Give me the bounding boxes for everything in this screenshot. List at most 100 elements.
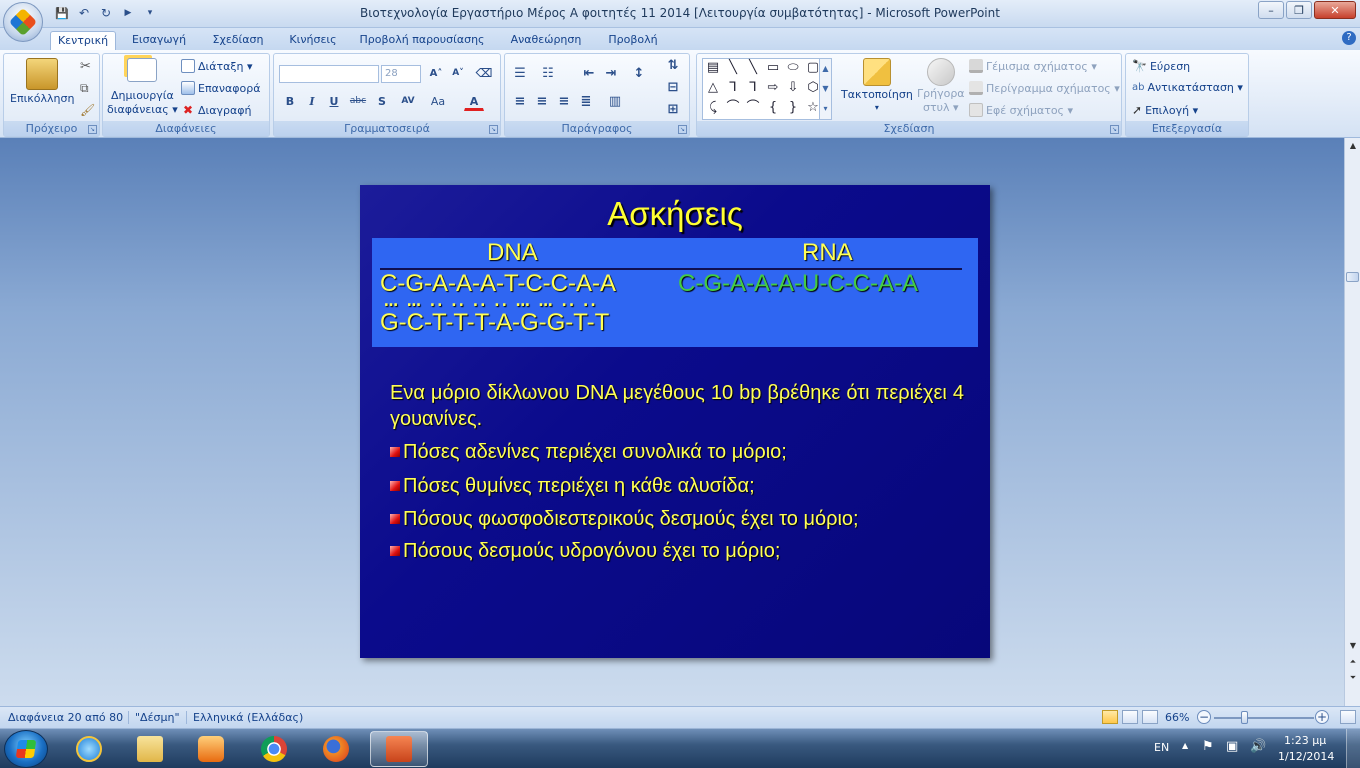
drawing-launcher-icon[interactable]: ↘	[1110, 125, 1119, 134]
quick-styles-button[interactable]: Γρήγορα στυλ ▾	[917, 58, 965, 114]
oval-shape-icon[interactable]: ⬭	[785, 60, 801, 76]
shapes-gallery[interactable]: ▤ ╲ ╲ ▭ ⬭ ▢ △ ⅂ ⅂ ⇨ ⇩ ⬡ ⤹ ⌒ ⌒ { } ☆ ▲ ▼ ▾	[702, 58, 832, 120]
triangle-shape-icon[interactable]: △	[705, 80, 721, 96]
format-painter-icon[interactable]: 🖌	[80, 103, 95, 117]
cut-icon[interactable]: ✂	[80, 59, 91, 74]
align-center-icon[interactable]: ≡	[532, 92, 552, 111]
elbow-arrow-icon[interactable]: ⅂	[745, 80, 761, 96]
question-item[interactable]: Πόσες θυμίνες περιέχει η κάθε αλυσίδα;	[390, 475, 755, 498]
down-arrow-shape-icon[interactable]: ⇩	[785, 80, 801, 96]
shrink-font-button[interactable]: A˅	[448, 64, 468, 83]
tray-expand-icon[interactable]: ▲	[1182, 741, 1188, 750]
bullets-icon[interactable]: ☰	[510, 64, 530, 83]
fit-to-window-icon[interactable]	[1340, 710, 1356, 724]
new-slide-button[interactable]: Δημιουργία διαφάνειας ▾	[107, 58, 178, 116]
zoom-slider-track[interactable]	[1214, 717, 1314, 719]
zoom-out-button[interactable]: −	[1197, 710, 1211, 724]
volume-icon[interactable]: 🔊	[1250, 739, 1266, 754]
tab-design[interactable]: Σχεδίαση	[204, 31, 272, 50]
tab-insert[interactable]: Εισαγωγή	[124, 31, 194, 50]
exercise-intro[interactable]: Ενα μόριο δίκλωνου DNA μεγέθους 10 bp βρ…	[390, 380, 964, 432]
text-direction-icon[interactable]: ⇅	[663, 56, 683, 75]
scroll-up-icon[interactable]: ▲	[1347, 140, 1359, 152]
font-size-combo[interactable]: 28	[381, 65, 421, 83]
taskbar-explorer[interactable]	[121, 731, 179, 767]
left-brace-shape-icon[interactable]: {	[765, 100, 781, 116]
strikethrough-button[interactable]: abc	[348, 92, 368, 111]
tab-slideshow[interactable]: Προβολή παρουσίασης	[352, 31, 492, 50]
taskbar-chrome[interactable]	[245, 731, 303, 767]
close-button[interactable]: ✕	[1314, 1, 1356, 19]
layout-button[interactable]: Διάταξη ▾	[181, 59, 253, 73]
slide-sorter-icon[interactable]	[1122, 710, 1138, 724]
numbering-icon[interactable]: ☷	[538, 64, 558, 83]
action-center-icon[interactable]: ⚑	[1202, 739, 1214, 754]
taskbar-ie[interactable]	[60, 731, 118, 767]
zoom-in-button[interactable]: +	[1315, 710, 1329, 724]
reset-button[interactable]: Επαναφορά	[181, 81, 260, 95]
align-text-icon[interactable]: ⊟	[663, 78, 683, 97]
justify-icon[interactable]: ≣	[576, 92, 596, 111]
office-button[interactable]	[3, 2, 43, 42]
italic-button[interactable]: I	[302, 92, 322, 111]
replace-button[interactable]: ab Αντικατάσταση ▾	[1132, 81, 1243, 94]
curve-shape-icon[interactable]: ⤹	[705, 100, 721, 116]
taskbar-powerpoint[interactable]	[370, 731, 428, 767]
font-name-combo[interactable]	[279, 65, 379, 83]
shape-effects-button[interactable]: Εφέ σχήματος ▾	[969, 103, 1073, 117]
arc-shape-icon[interactable]: ⌒	[725, 100, 741, 116]
zoom-slider-knob[interactable]	[1241, 711, 1248, 724]
start-button[interactable]	[4, 730, 48, 768]
slide-canvas[interactable]: Ασκήσεις DNA RNA C-G-A-A-A-T-C-C-A-A C-G…	[360, 185, 990, 658]
right-brace-shape-icon[interactable]: }	[785, 100, 801, 116]
delete-slide-button[interactable]: ✖ Διαγραφή	[181, 103, 252, 117]
freeform-shape-icon[interactable]: ⌒	[745, 100, 761, 116]
align-left-icon[interactable]: ≡	[510, 92, 530, 111]
textbox-shape-icon[interactable]: ▤	[705, 60, 721, 76]
right-arrow-shape-icon[interactable]: ⇨	[765, 80, 781, 96]
previous-slide-icon[interactable]: ⏶	[1347, 656, 1359, 668]
paragraph-launcher-icon[interactable]: ↘	[678, 125, 687, 134]
smartart-icon[interactable]: ⊞	[663, 100, 683, 119]
tab-animations[interactable]: Κινήσεις	[282, 31, 344, 50]
align-right-icon[interactable]: ≡	[554, 92, 574, 111]
clipboard-launcher-icon[interactable]: ↘	[88, 125, 97, 134]
decrease-indent-icon[interactable]: ⇤	[579, 64, 599, 83]
increase-indent-icon[interactable]: ⇥	[601, 64, 621, 83]
question-item[interactable]: Πόσους δεσμούς υδρογόνου έχει το μόριο;	[390, 540, 780, 563]
change-case-button[interactable]: Aa	[428, 92, 448, 111]
help-icon[interactable]: ?	[1342, 31, 1356, 45]
scroll-down-icon[interactable]: ▼	[1347, 640, 1359, 652]
arrange-button[interactable]: Τακτοποίηση ▾	[841, 58, 913, 112]
clock-time[interactable]: 1:23 μμ	[1284, 734, 1326, 747]
clear-format-icon[interactable]: ⌫	[474, 64, 494, 83]
slideshow-view-icon[interactable]	[1142, 710, 1158, 724]
tab-review[interactable]: Αναθεώρηση	[502, 31, 590, 50]
language-indicator[interactable]: Ελληνικά (Ελλάδας)	[186, 711, 303, 724]
scroll-thumb[interactable]	[1346, 272, 1359, 282]
font-color-button[interactable]: A	[464, 92, 484, 111]
paste-button[interactable]: Επικόλληση	[10, 58, 74, 105]
maximize-button[interactable]: ❐	[1286, 1, 1312, 19]
network-icon[interactable]: ▣	[1226, 739, 1238, 754]
zoom-level[interactable]: 66%	[1165, 711, 1189, 724]
taskbar-firefox[interactable]	[307, 731, 365, 767]
tab-home[interactable]: Κεντρική	[50, 31, 116, 51]
select-button[interactable]: ➚ Επιλογή ▾	[1132, 103, 1198, 117]
underline-button[interactable]: U	[324, 92, 344, 111]
find-button[interactable]: 🔭 Εύρεση	[1132, 59, 1190, 73]
line-shape-icon[interactable]: ╲	[725, 60, 741, 76]
bold-button[interactable]: B	[280, 92, 300, 111]
tab-view[interactable]: Προβολή	[600, 31, 666, 50]
columns-icon[interactable]: ▥	[605, 92, 625, 111]
shape-outline-button[interactable]: Περίγραμμα σχήματος ▾	[969, 81, 1120, 95]
clock-date[interactable]: 1/12/2014	[1278, 750, 1334, 763]
grow-font-button[interactable]: A˄	[426, 64, 446, 83]
text-shadow-button[interactable]: S	[372, 92, 392, 111]
show-desktop-button[interactable]	[1346, 729, 1360, 768]
font-launcher-icon[interactable]: ↘	[489, 125, 498, 134]
line-spacing-icon[interactable]: ↕	[629, 64, 649, 83]
elbow-connector-icon[interactable]: ⅂	[725, 80, 741, 96]
normal-view-icon[interactable]	[1102, 710, 1118, 724]
rectangle-shape-icon[interactable]: ▭	[765, 60, 781, 76]
